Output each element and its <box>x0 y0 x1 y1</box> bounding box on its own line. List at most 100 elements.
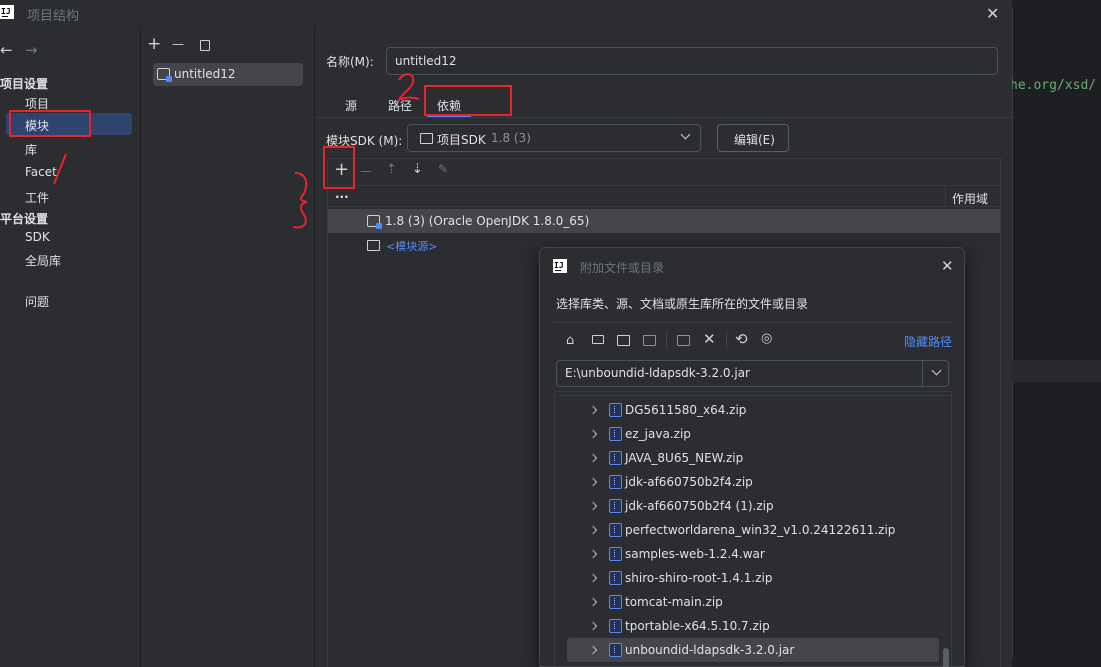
refresh-icon[interactable]: ⟲ <box>735 330 748 348</box>
nav-item-libraries[interactable]: 库 <box>25 141 37 158</box>
file-tree-partial-row <box>555 392 951 396</box>
file-tree-row[interactable]: jdk-af660750b2f4 (1).zip <box>567 494 939 518</box>
module-name-value: untitled12 <box>395 54 457 68</box>
file-tree-row[interactable]: shiro-shiro-root-1.4.1.zip <box>567 566 939 590</box>
file-tree-row[interactable]: samples-web-1.2.4.war <box>567 542 939 566</box>
pencil-icon[interactable]: ✎ <box>438 162 448 176</box>
archive-icon <box>609 643 622 657</box>
file-tree-row-label: DG5611580_x64.zip <box>625 403 747 417</box>
project-folder-icon[interactable] <box>617 335 630 346</box>
back-arrow-icon[interactable]: ← <box>0 42 13 58</box>
module-item-selected[interactable]: untitled12 <box>153 63 303 86</box>
jdk-icon <box>367 215 382 229</box>
archive-icon <box>609 547 622 561</box>
file-tree-row[interactable]: ez_java.zip <box>567 422 939 446</box>
file-tree-row-label: unboundid-ldapsdk-3.2.0.jar <box>625 643 795 657</box>
chevron-right-icon[interactable] <box>588 597 598 607</box>
column-divider <box>945 186 946 208</box>
close-icon[interactable]: ✕ <box>986 4 999 23</box>
desktop-icon[interactable] <box>592 335 604 344</box>
chevron-right-icon[interactable] <box>588 525 598 535</box>
module-source-icon <box>367 240 380 251</box>
file-tree-row[interactable]: perfectworldarena_win32_v1.0.24122611.zi… <box>567 518 939 542</box>
path-input-value: E:\unboundid-ldapsdk-3.2.0.jar <box>565 366 750 380</box>
module-folder-icon[interactable] <box>643 335 656 346</box>
annotation-box-dependencies-tab <box>424 85 512 116</box>
file-tree-row[interactable]: JAVA_8U65_NEW.zip <box>567 446 939 470</box>
nav-item-problems[interactable]: 问题 <box>25 293 49 310</box>
settings-navigation: ← → 项目设置 项目 模块 库 Facet 工件 平台设置 SDK 全局库 问… <box>0 26 141 667</box>
attach-dialog-description: 选择库类、源、文档或原生库所在的文件或目录 <box>556 297 809 311</box>
chevron-right-icon[interactable] <box>588 453 598 463</box>
file-tree-row-label: jdk-af660750b2f4.zip <box>625 475 753 489</box>
file-tree-row-label: JAVA_8U65_NEW.zip <box>625 451 744 465</box>
scrollbar-thumb[interactable] <box>943 648 949 667</box>
tab-sources[interactable]: 源 <box>345 97 357 114</box>
editor-code-text: he.org/xsd/ <box>1010 78 1097 93</box>
chevron-right-icon[interactable] <box>588 549 598 559</box>
home-icon[interactable]: ⌂ <box>566 333 574 348</box>
tabs-divider <box>315 117 1012 118</box>
archive-icon <box>609 619 622 633</box>
editor-background: he.org/xsd/ <box>1010 0 1101 667</box>
remove-dependency-button[interactable]: — <box>360 164 372 178</box>
chevron-right-icon[interactable] <box>588 645 598 655</box>
file-tree-row[interactable]: jdk-af660750b2f4.zip <box>567 470 939 494</box>
file-tree: DG5611580_x64.zip ez_java.zip JAVA_8U65_NE… <box>554 391 952 667</box>
add-module-button[interactable]: + <box>147 36 161 53</box>
file-tree-row[interactable]: tomcat-main.zip <box>567 590 939 614</box>
edit-sdk-button[interactable]: 编辑(E) <box>717 124 789 152</box>
attach-files-dialog: IJ 附加文件或目录 ✕ 选择库类、源、文档或原生库所在的文件或目录 ⌂ ✕ ⟲… <box>539 247 965 667</box>
nav-item-global-libraries[interactable]: 全局库 <box>25 252 61 269</box>
archive-icon <box>609 403 622 417</box>
annotation-scribble-2 <box>396 73 420 103</box>
chevron-right-icon[interactable] <box>588 477 598 487</box>
move-up-icon[interactable]: ⇡ <box>386 162 397 177</box>
nav-item-sdk[interactable]: SDK <box>25 230 50 244</box>
module-name-input[interactable]: untitled12 <box>386 47 998 75</box>
file-tree-row-label: jdk-af660750b2f4 (1).zip <box>625 499 774 513</box>
chevron-right-icon[interactable] <box>588 621 598 631</box>
table-header: ... 作用域 <box>328 185 1000 208</box>
nav-item-artifacts[interactable]: 工件 <box>25 189 49 206</box>
archive-icon <box>609 571 622 585</box>
chevron-right-icon[interactable] <box>588 573 598 583</box>
hide-path-link[interactable]: 隐藏路径 <box>904 333 952 350</box>
close-icon[interactable]: ✕ <box>941 257 954 275</box>
new-folder-icon[interactable] <box>677 335 690 346</box>
file-tree-row-label: tportable-x64.5.10.7.zip <box>625 619 770 633</box>
chevron-right-icon[interactable] <box>588 405 598 415</box>
module-icon <box>157 68 172 82</box>
chevron-right-icon[interactable] <box>588 501 598 511</box>
copy-icon[interactable] <box>200 40 210 51</box>
file-tree-row-label: tomcat-main.zip <box>625 595 723 609</box>
chevron-down-icon[interactable] <box>931 365 942 376</box>
sdk-select[interactable]: 项目SDK 1.8 (3) <box>407 124 701 152</box>
file-tree-row[interactable]: DG5611580_x64.zip <box>567 398 939 422</box>
archive-icon <box>609 427 622 441</box>
archive-icon <box>609 451 622 465</box>
archive-icon <box>609 499 622 513</box>
file-tree-rows: DG5611580_x64.zip ez_java.zip JAVA_8U65_NE… <box>555 398 951 667</box>
name-label: 名称(M): <box>326 55 374 69</box>
show-hidden-icon[interactable]: ◎ <box>761 331 772 346</box>
file-tree-row[interactable]: unboundid-ldapsdk-3.2.0.jar <box>567 638 939 662</box>
remove-module-button[interactable]: — <box>172 36 184 52</box>
module-list-panel: + — untitled12 <box>141 26 315 667</box>
column-header-scope[interactable]: 作用域 <box>952 190 988 207</box>
toolbar-separator <box>726 332 727 348</box>
move-down-icon[interactable]: ⇣ <box>412 162 423 177</box>
archive-icon <box>609 475 622 489</box>
chevron-right-icon[interactable] <box>588 429 598 439</box>
platform-settings-header: 平台设置 <box>0 212 49 226</box>
file-tree-row[interactable]: tportable-x64.5.10.7.zip <box>567 614 939 638</box>
annotation-scribble-1 <box>53 153 67 185</box>
intellij-app-icon: IJ <box>0 5 14 19</box>
forward-arrow-icon[interactable]: → <box>25 42 38 58</box>
annotation-box-modules <box>9 110 91 137</box>
path-input[interactable]: E:\unboundid-ldapsdk-3.2.0.jar <box>556 360 949 387</box>
archive-icon <box>609 595 622 609</box>
file-tree-row-label: samples-web-1.2.4.war <box>625 547 765 561</box>
delete-icon[interactable]: ✕ <box>703 330 716 348</box>
dependency-row-jdk[interactable]: 1.8 (3) (Oracle OpenJDK 1.8.0_65) <box>328 209 1000 233</box>
